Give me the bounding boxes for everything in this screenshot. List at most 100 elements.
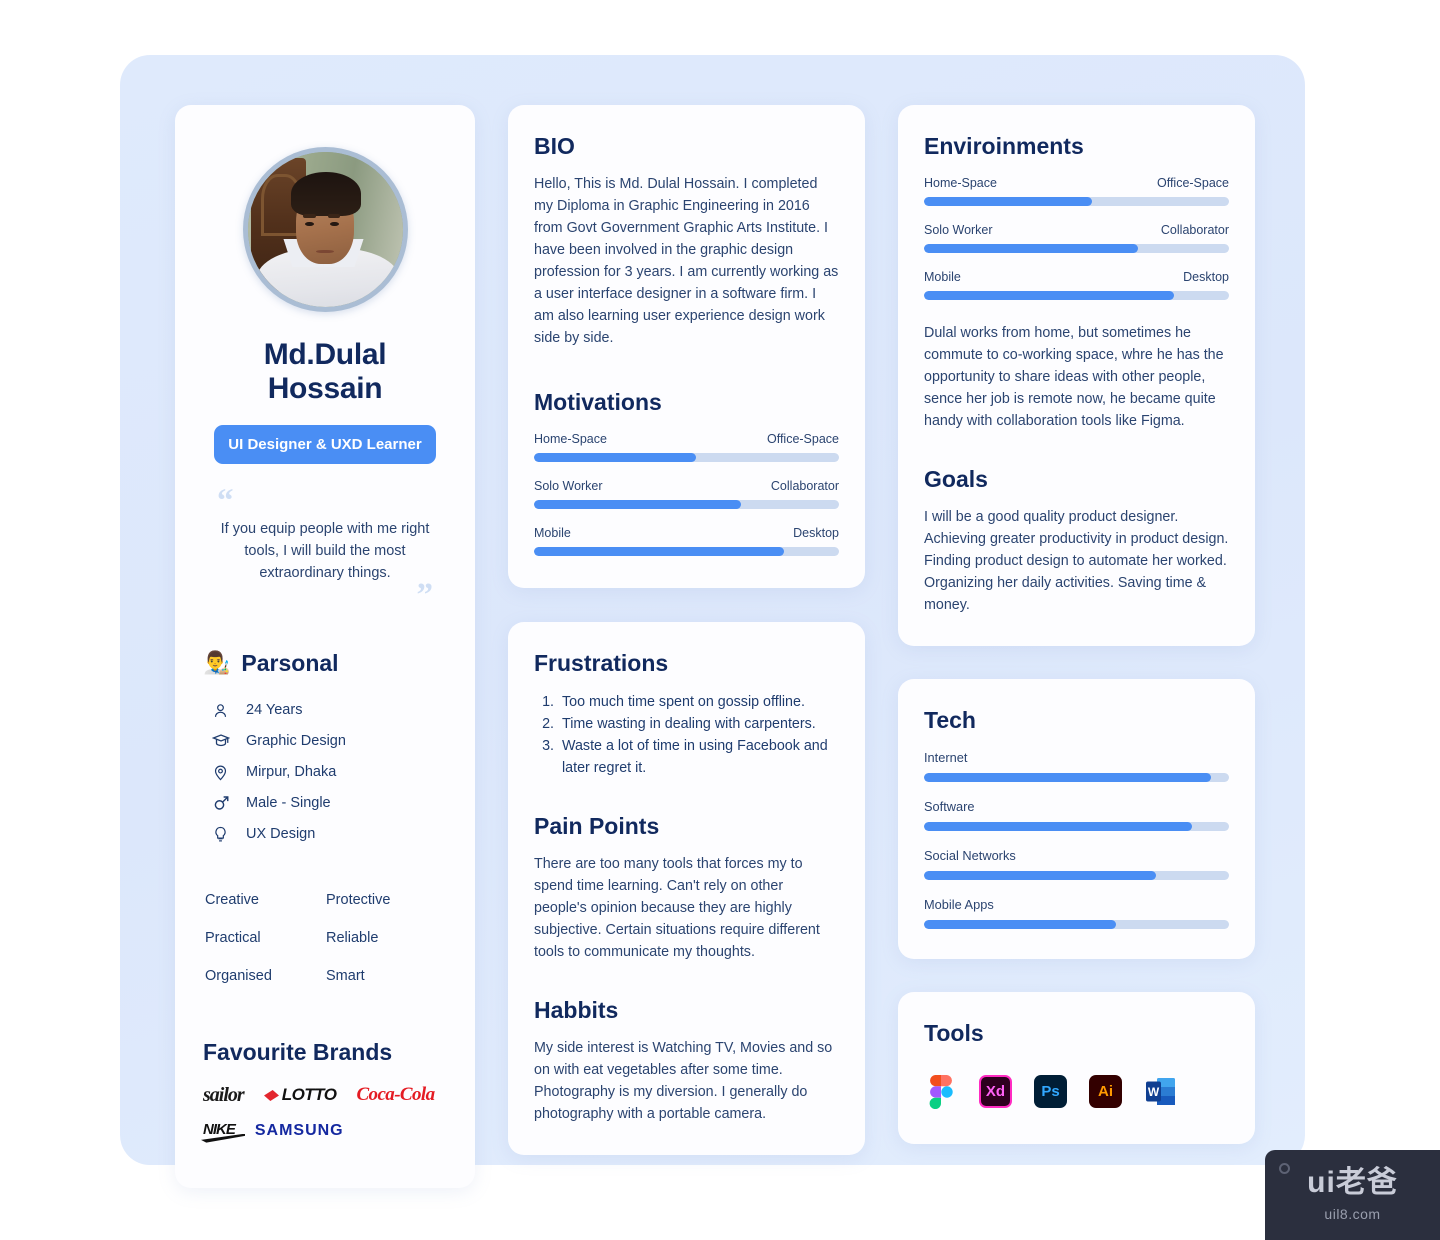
quote-close-icon: ” (416, 576, 434, 613)
slider-fill (534, 453, 696, 462)
bar-social-networks[interactable]: Social Networks (924, 848, 1229, 880)
trait-item: Practical (205, 929, 261, 946)
figma-icon[interactable] (924, 1074, 957, 1109)
slider-left-label: Solo Worker (534, 479, 603, 493)
profile-card: Md.Dulal Hossain UI Designer & UXD Learn… (175, 105, 475, 1188)
watermark-sub: uil8.com (1324, 1206, 1381, 1222)
word-icon[interactable]: W (1144, 1075, 1177, 1108)
bar-internet[interactable]: Internet (924, 750, 1229, 782)
slider-right-label: Collaborator (1160, 223, 1229, 237)
slider-right-label: Office-Space (1156, 176, 1229, 190)
lightbulb-icon (211, 825, 230, 844)
photoshop-label: Ps (1041, 1083, 1060, 1100)
slider-track[interactable] (924, 244, 1229, 253)
trait-item: Creative (205, 891, 259, 908)
graduation-cap-icon (211, 732, 230, 751)
tech-bars: Internet Software Social Networks Mobile… (924, 750, 1229, 929)
slider-solo-collaborator[interactable]: Solo Worker Collaborator (924, 223, 1229, 253)
slider-right-label: Office-Space (766, 432, 839, 446)
tools-heading: Tools (924, 1020, 984, 1046)
left-column: Md.Dulal Hossain UI Designer & UXD Learn… (175, 105, 475, 1188)
bar-track[interactable] (924, 773, 1229, 782)
frustrations-list: Too much time spent on gossip offline. T… (534, 691, 839, 779)
brand-row: sailor LOTTO Coca-Cola (203, 1084, 447, 1107)
avatar-photo (247, 152, 403, 307)
role-badge[interactable]: UI Designer & UXD Learner (214, 425, 436, 464)
slider-fill (534, 547, 785, 556)
list-item: UX Design (203, 819, 447, 850)
quote-open-icon: “ (217, 483, 234, 519)
habbits-text: My side interest is Watching TV, Movies … (534, 1040, 833, 1122)
frustrations-heading: Frustrations (534, 650, 669, 676)
environments-heading: Enviroinments (924, 133, 1084, 159)
slider-track[interactable] (534, 547, 839, 556)
illustrator-icon[interactable]: Ai (1089, 1075, 1122, 1108)
slider-fill (924, 197, 1092, 206)
watermark-badge: ui老爸 uil8.com (1265, 1150, 1440, 1240)
samsung-logo: SAMSUNG (254, 1122, 344, 1140)
bar-mobile-apps[interactable]: Mobile Apps (924, 897, 1229, 929)
slider-home-office[interactable]: Home-Space Office-Space (924, 176, 1229, 206)
motivations-sliders: Home-Space Office-Space Solo Worker Coll… (534, 432, 839, 556)
slider-mobile-desktop[interactable]: Mobile Desktop (924, 270, 1229, 300)
list-item: Male - Single (203, 788, 447, 819)
tools-list: Xd Ps Ai W (924, 1074, 1229, 1109)
svg-text:W: W (1148, 1085, 1160, 1099)
right-column: Enviroinments Home-Space Office-Space So… (898, 105, 1255, 1144)
slider-right-label: Desktop (1183, 270, 1229, 284)
personal-heading: Parsonal (241, 649, 339, 676)
slider-track[interactable] (534, 453, 839, 462)
adobe-xd-label: Xd (985, 1083, 1006, 1100)
bar-track[interactable] (924, 822, 1229, 831)
bio-card: BIO Hello, This is Md. Dulal Hossain. I … (508, 105, 865, 588)
persona-columns: Md.Dulal Hossain UI Designer & UXD Learn… (175, 105, 1255, 1188)
pain-points-heading: Pain Points (534, 813, 660, 839)
slider-left-label: Home-Space (534, 432, 607, 446)
bar-track[interactable] (924, 920, 1229, 929)
goals-heading: Goals (924, 466, 988, 492)
adobe-xd-icon[interactable]: Xd (979, 1075, 1012, 1108)
nike-logo: NIKE (203, 1121, 236, 1142)
male-gender-icon (211, 794, 230, 813)
list-item: Graphic Design (203, 726, 447, 757)
slider-solo-collaborator[interactable]: Solo Worker Collaborator (534, 479, 839, 509)
bio-text: Hello, This is Md. Dulal Hossain. I comp… (534, 176, 839, 346)
slider-track[interactable] (924, 197, 1229, 206)
photoshop-icon[interactable]: Ps (1034, 1075, 1067, 1108)
list-item-label: Mirpur, Dhaka (246, 764, 337, 781)
list-item: Time wasting in dealing with carpenters. (558, 713, 839, 735)
traits-grid: Creative Protective Practical Reliable O… (203, 892, 447, 984)
goals-text: I will be a good quality product designe… (924, 509, 1229, 613)
lotto-logo: LOTTO (264, 1085, 337, 1105)
slider-fill (534, 500, 742, 509)
bar-track[interactable] (924, 871, 1229, 880)
person-icon (211, 701, 230, 720)
tech-card: Tech Internet Software Social Networks M… (898, 679, 1255, 959)
list-item: 24 Years (203, 695, 447, 726)
bar-label: Internet (924, 750, 968, 765)
slider-fill (924, 291, 1175, 300)
list-item: Too much time spent on gossip offline. (558, 691, 839, 713)
middle-column: BIO Hello, This is Md. Dulal Hossain. I … (508, 105, 865, 1155)
bio-heading: BIO (534, 133, 575, 159)
trait-item: Reliable (326, 929, 379, 946)
watermark-main: ui老爸 (1307, 1166, 1398, 1199)
slider-right-label: Collaborator (770, 479, 839, 493)
bar-software[interactable]: Software (924, 799, 1229, 831)
slider-home-office[interactable]: Home-Space Office-Space (534, 432, 839, 462)
habbits-heading: Habbits (534, 997, 619, 1023)
slider-left-label: Solo Worker (924, 223, 993, 237)
slider-track[interactable] (924, 291, 1229, 300)
quote-text: If you equip people with me right tools,… (220, 520, 430, 581)
environments-text: Dulal works from home, but sometimes he … (924, 325, 1224, 429)
bar-label: Social Networks (924, 848, 1016, 863)
artist-person-icon: 👨‍🎨 (203, 650, 231, 676)
slider-right-label: Desktop (793, 526, 839, 540)
motivations-heading: Motivations (534, 389, 662, 415)
slider-left-label: Home-Space (924, 176, 997, 190)
sailor-logo: sailor (203, 1083, 245, 1106)
bar-fill (924, 822, 1193, 831)
slider-mobile-desktop[interactable]: Mobile Desktop (534, 526, 839, 556)
slider-track[interactable] (534, 500, 839, 509)
illustrator-label: Ai (1098, 1083, 1113, 1100)
